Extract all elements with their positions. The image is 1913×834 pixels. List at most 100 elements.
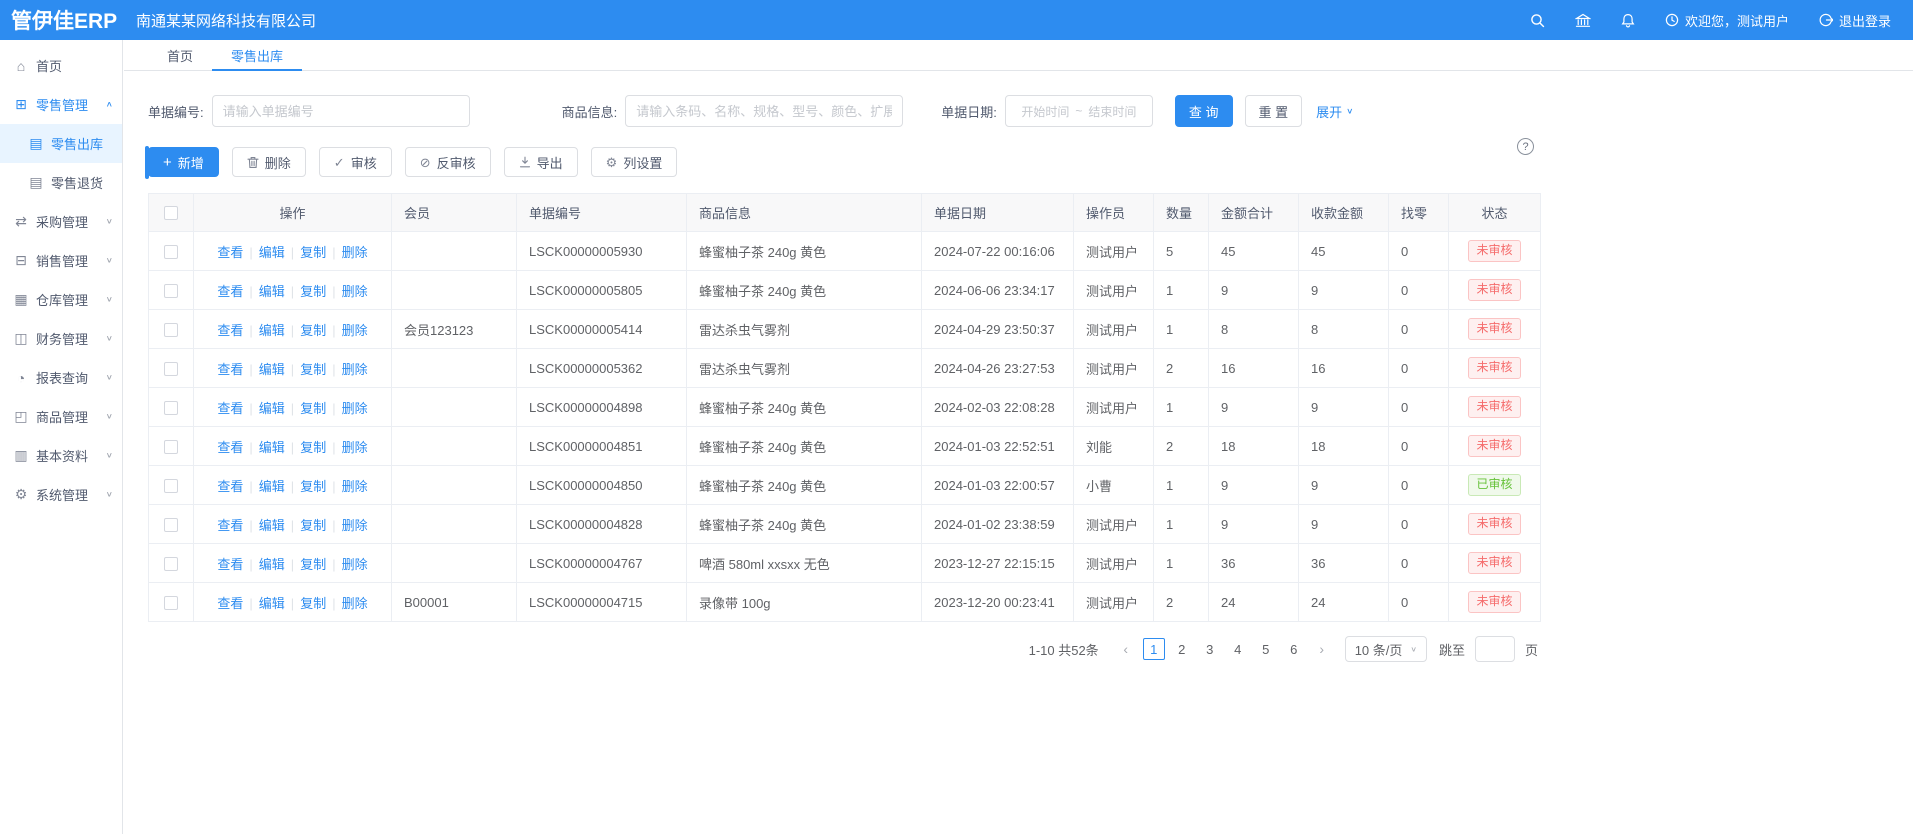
next-page-button[interactable]: › bbox=[1311, 638, 1333, 660]
row-action-edit[interactable]: 编辑 bbox=[259, 440, 285, 455]
row-action-view[interactable]: 查看 bbox=[217, 557, 243, 572]
row-action-copy[interactable]: 复制 bbox=[300, 596, 326, 611]
row-action-delete[interactable]: 删除 bbox=[342, 284, 368, 299]
add-button[interactable]: +新增 bbox=[148, 147, 219, 177]
column-header[interactable]: 状态 bbox=[1449, 194, 1541, 232]
row-action-delete[interactable]: 删除 bbox=[342, 362, 368, 377]
sidebar-item-retail-outbound[interactable]: ▤零售出库 bbox=[0, 124, 122, 163]
row-checkbox[interactable] bbox=[164, 245, 178, 259]
sidebar-item-basic-data[interactable]: ▥基本资料∨ bbox=[0, 436, 122, 475]
sidebar-item-product-management[interactable]: ◰商品管理∨ bbox=[0, 397, 122, 436]
sidebar-item-home[interactable]: ⌂首页 bbox=[0, 46, 122, 85]
sidebar-item-sales-management[interactable]: ⊟销售管理∨ bbox=[0, 241, 122, 280]
column-header[interactable]: 数量 bbox=[1154, 194, 1209, 232]
page-number-1[interactable]: 1 bbox=[1143, 638, 1165, 660]
row-action-view[interactable]: 查看 bbox=[217, 245, 243, 260]
row-action-delete[interactable]: 删除 bbox=[342, 245, 368, 260]
select-all-checkbox[interactable] bbox=[164, 206, 178, 220]
row-action-edit[interactable]: 编辑 bbox=[259, 518, 285, 533]
row-checkbox[interactable] bbox=[164, 362, 178, 376]
column-header[interactable]: 单据日期 bbox=[922, 194, 1074, 232]
product-info-input[interactable] bbox=[625, 95, 903, 127]
row-checkbox[interactable] bbox=[164, 557, 178, 571]
row-checkbox[interactable] bbox=[164, 518, 178, 532]
page-number-5[interactable]: 5 bbox=[1255, 638, 1277, 660]
jump-page-input[interactable] bbox=[1475, 636, 1515, 662]
sidebar-item-system-management[interactable]: ⚙系统管理∨ bbox=[0, 475, 122, 514]
row-action-edit[interactable]: 编辑 bbox=[259, 401, 285, 416]
row-action-delete[interactable]: 删除 bbox=[342, 596, 368, 611]
logout-button[interactable]: 退出登录 bbox=[1819, 11, 1891, 30]
row-action-delete[interactable]: 删除 bbox=[342, 557, 368, 572]
row-action-delete[interactable]: 删除 bbox=[342, 440, 368, 455]
unaudit-button[interactable]: ⊘反审核 bbox=[405, 147, 491, 177]
page-size-select[interactable]: 10 条/页∨ bbox=[1345, 636, 1427, 662]
export-button[interactable]: 导出 bbox=[504, 147, 578, 177]
row-action-copy[interactable]: 复制 bbox=[300, 479, 326, 494]
reset-button[interactable]: 重 置 bbox=[1245, 95, 1303, 127]
column-header[interactable]: 会员 bbox=[392, 194, 517, 232]
sidebar-item-report-query[interactable]: ◔报表查询∨ bbox=[0, 358, 122, 397]
row-checkbox[interactable] bbox=[164, 596, 178, 610]
row-action-edit[interactable]: 编辑 bbox=[259, 479, 285, 494]
page-number-2[interactable]: 2 bbox=[1171, 638, 1193, 660]
row-action-copy[interactable]: 复制 bbox=[300, 518, 326, 533]
row-action-edit[interactable]: 编辑 bbox=[259, 596, 285, 611]
row-checkbox[interactable] bbox=[164, 479, 178, 493]
column-header[interactable]: 找零 bbox=[1389, 194, 1449, 232]
sidebar-item-finance-management[interactable]: ◫财务管理∨ bbox=[0, 319, 122, 358]
page-number-6[interactable]: 6 bbox=[1283, 638, 1305, 660]
row-action-delete[interactable]: 删除 bbox=[342, 401, 368, 416]
tab-home[interactable]: 首页 bbox=[148, 40, 212, 70]
row-checkbox[interactable] bbox=[164, 284, 178, 298]
column-header[interactable]: 收款金额 bbox=[1299, 194, 1389, 232]
panel-drag-handle[interactable] bbox=[145, 146, 149, 179]
row-action-view[interactable]: 查看 bbox=[217, 596, 243, 611]
page-number-3[interactable]: 3 bbox=[1199, 638, 1221, 660]
audit-button[interactable]: ✓审核 bbox=[319, 147, 392, 177]
row-action-copy[interactable]: 复制 bbox=[300, 557, 326, 572]
delete-button[interactable]: 删除 bbox=[232, 147, 306, 177]
row-action-copy[interactable]: 复制 bbox=[300, 401, 326, 416]
search-button[interactable]: 查 询 bbox=[1175, 95, 1233, 127]
row-action-edit[interactable]: 编辑 bbox=[259, 323, 285, 338]
row-checkbox[interactable] bbox=[164, 323, 178, 337]
row-action-edit[interactable]: 编辑 bbox=[259, 557, 285, 572]
row-action-edit[interactable]: 编辑 bbox=[259, 284, 285, 299]
column-header[interactable]: 金额合计 bbox=[1209, 194, 1299, 232]
welcome-user[interactable]: 欢迎您，测试用户 bbox=[1665, 11, 1789, 30]
tab-retail-outbound[interactable]: 零售出库 bbox=[212, 40, 302, 70]
column-settings-button[interactable]: ⚙列设置 bbox=[591, 147, 678, 177]
bank-icon[interactable] bbox=[1575, 13, 1591, 28]
search-icon[interactable] bbox=[1530, 13, 1545, 28]
row-action-view[interactable]: 查看 bbox=[217, 440, 243, 455]
row-action-view[interactable]: 查看 bbox=[217, 518, 243, 533]
column-header[interactable]: 操作 bbox=[194, 194, 392, 232]
row-action-view[interactable]: 查看 bbox=[217, 284, 243, 299]
row-action-copy[interactable]: 复制 bbox=[300, 440, 326, 455]
row-checkbox[interactable] bbox=[164, 440, 178, 454]
sidebar-item-warehouse-management[interactable]: ▦仓库管理∨ bbox=[0, 280, 122, 319]
bill-no-input[interactable] bbox=[212, 95, 470, 127]
sidebar-item-retail-return[interactable]: ▤零售退货 bbox=[0, 163, 122, 202]
help-icon[interactable]: ? bbox=[1517, 138, 1534, 155]
row-checkbox[interactable] bbox=[164, 401, 178, 415]
row-action-delete[interactable]: 删除 bbox=[342, 323, 368, 338]
row-action-copy[interactable]: 复制 bbox=[300, 245, 326, 260]
date-range-picker[interactable]: 开始时间 ~ 结束时间 bbox=[1005, 95, 1153, 127]
row-action-copy[interactable]: 复制 bbox=[300, 284, 326, 299]
prev-page-button[interactable]: ‹ bbox=[1115, 638, 1137, 660]
row-action-view[interactable]: 查看 bbox=[217, 401, 243, 416]
sidebar-item-purchase-management[interactable]: ⇄采购管理∨ bbox=[0, 202, 122, 241]
row-action-view[interactable]: 查看 bbox=[217, 362, 243, 377]
page-number-4[interactable]: 4 bbox=[1227, 638, 1249, 660]
row-action-copy[interactable]: 复制 bbox=[300, 323, 326, 338]
column-header[interactable]: 操作员 bbox=[1074, 194, 1154, 232]
row-action-edit[interactable]: 编辑 bbox=[259, 362, 285, 377]
row-action-delete[interactable]: 删除 bbox=[342, 518, 368, 533]
bell-icon[interactable] bbox=[1621, 13, 1635, 28]
row-action-copy[interactable]: 复制 bbox=[300, 362, 326, 377]
row-action-view[interactable]: 查看 bbox=[217, 323, 243, 338]
expand-link[interactable]: 展开 ∨ bbox=[1316, 102, 1353, 121]
sidebar-item-retail-management[interactable]: ⊞零售管理∧ bbox=[0, 85, 122, 124]
